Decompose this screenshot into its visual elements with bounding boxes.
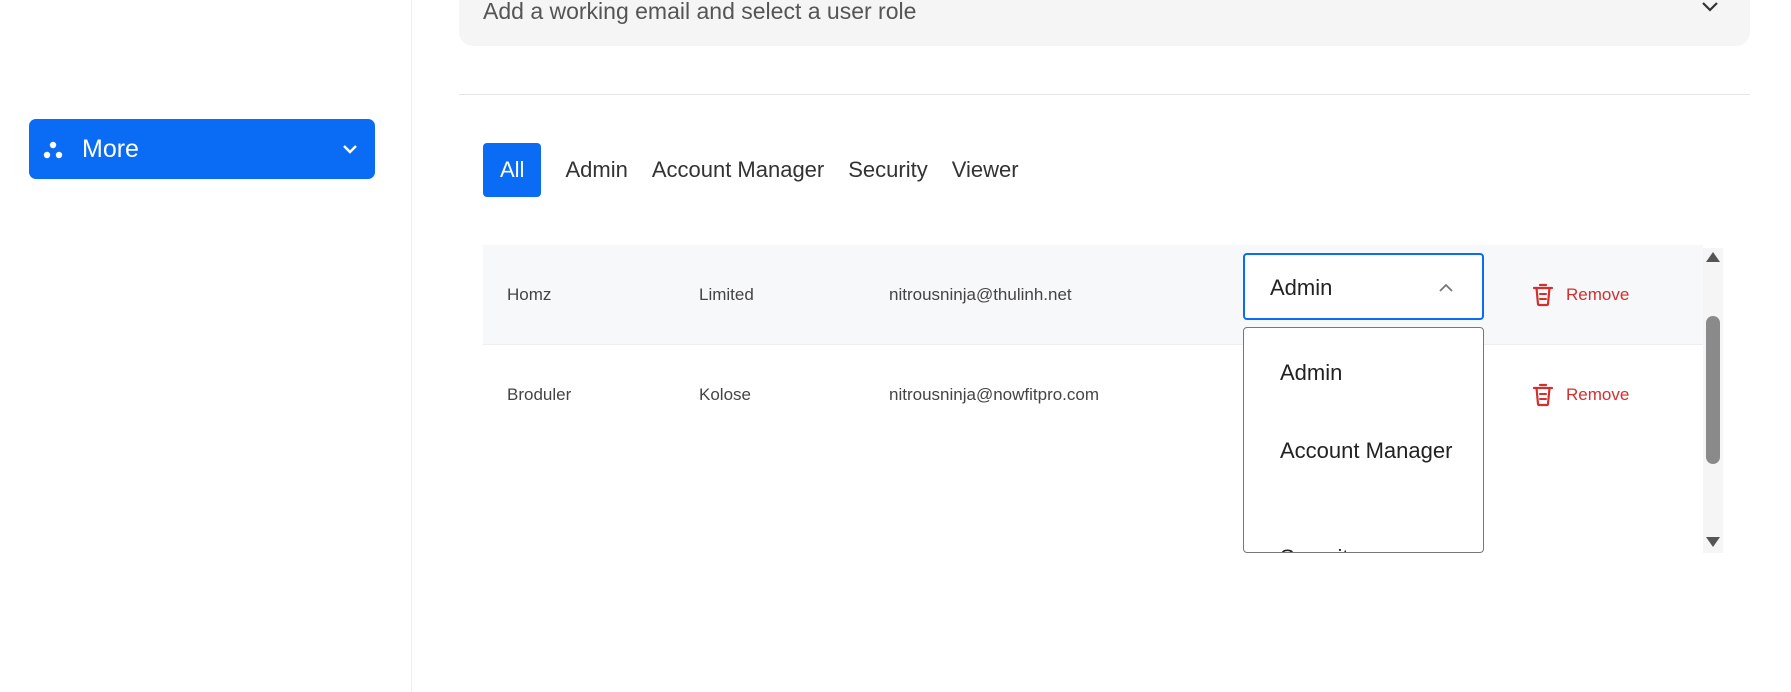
tab-security[interactable]: Security [836, 143, 939, 197]
users-table: Homz Limited nitrousninja@thulinh.net Re… [483, 245, 1723, 553]
role-filter-tabs: All Admin Account Manager Security Viewe… [483, 143, 1031, 197]
tab-admin[interactable]: Admin [553, 143, 639, 197]
divider [459, 94, 1750, 95]
last-name-cell: Kolose [699, 385, 751, 404]
role-option-security[interactable]: Security [1280, 543, 1359, 552]
role-option-admin[interactable]: Admin [1280, 358, 1342, 388]
tab-account-manager[interactable]: Account Manager [640, 143, 836, 197]
remove-label: Remove [1566, 285, 1630, 304]
first-name-cell: Homz [507, 285, 552, 304]
role-dropdown-menu: Admin Account Manager Security [1243, 327, 1484, 553]
invite-hint: Add a working email and select a user ro… [483, 0, 917, 24]
table-scrollbar[interactable] [1703, 248, 1723, 553]
scrollbar-thumb[interactable] [1706, 316, 1720, 464]
table-row: Broduler Kolose nitrousninja@nowfitpro.c… [483, 345, 1703, 445]
remove-button[interactable]: Remove [1532, 345, 1629, 445]
scroll-up-icon[interactable] [1706, 252, 1720, 262]
scroll-down-icon[interactable] [1706, 537, 1720, 547]
remove-button[interactable]: Remove [1532, 245, 1629, 345]
role-select[interactable]: Admin [1243, 253, 1484, 320]
tab-all[interactable]: All [483, 143, 542, 197]
chevron-down-icon [343, 145, 357, 154]
first-name-cell: Broduler [507, 385, 572, 404]
remove-label: Remove [1566, 385, 1630, 404]
chevron-up-icon [1439, 283, 1453, 292]
email-cell: nitrousninja@nowfitpro.com [889, 385, 1100, 404]
more-button[interactable]: More [29, 119, 375, 179]
invite-user-panel[interactable]: Add a working email and select a user ro… [459, 0, 1750, 46]
table-row: Homz Limited nitrousninja@thulinh.net Re… [483, 245, 1703, 345]
trash-icon [1532, 283, 1554, 307]
more-label: More [82, 135, 139, 163]
role-select-value: Admin [1270, 275, 1333, 300]
role-option-account-manager[interactable]: Account Manager [1280, 436, 1460, 466]
tab-viewer[interactable]: Viewer [940, 143, 1031, 197]
email-cell: nitrousninja@thulinh.net [889, 285, 1072, 304]
last-name-cell: Limited [699, 285, 754, 304]
chevron-down-icon[interactable] [1700, 0, 1720, 14]
sidebar: More [0, 0, 412, 692]
trash-icon [1532, 383, 1554, 407]
more-dots-icon [43, 141, 63, 159]
